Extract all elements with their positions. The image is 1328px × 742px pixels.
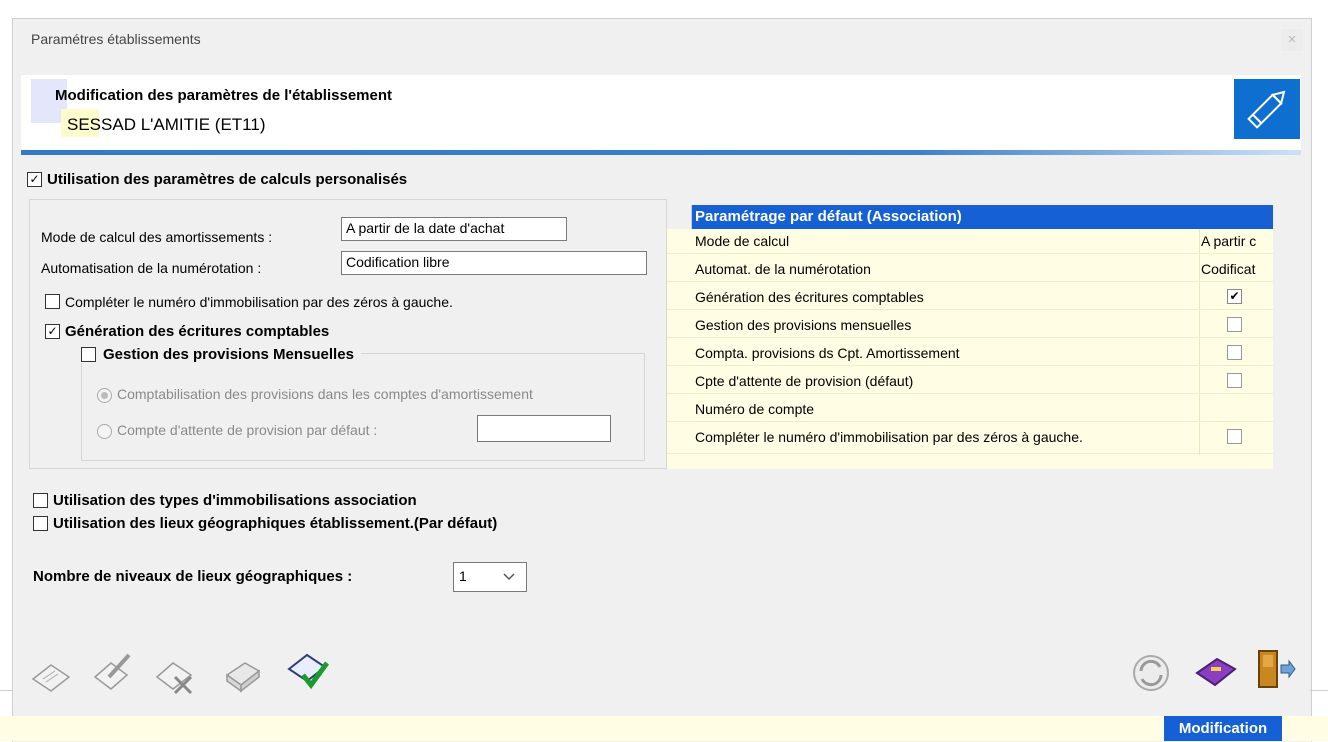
key-folder-icon[interactable]: [1193, 649, 1237, 693]
validate-icon[interactable]: [285, 647, 329, 691]
custom-params-checkbox[interactable]: ✓: [27, 172, 42, 187]
geo-places-label: Utilisation des lieux géographiques étab…: [53, 515, 498, 532]
chevron-down-icon: [503, 573, 515, 581]
geo-levels-value: 1: [459, 568, 467, 584]
grid-header: Paramétrage par défaut (Association): [667, 205, 1273, 229]
radio-pending-label: Compte d'attente de provision par défaut…: [117, 422, 378, 438]
close-button[interactable]: ✕: [1281, 29, 1303, 51]
geo-places-checkbox[interactable]: [33, 516, 48, 531]
edit-mode-button[interactable]: [1234, 79, 1300, 139]
provisions-group: [81, 353, 645, 461]
window-title: Paramétres établissements: [31, 31, 201, 47]
close-icon: ✕: [1287, 34, 1297, 46]
settings-window: Paramétres établissements ✕ Modification…: [12, 18, 1312, 742]
header-title: Modification des paramètres de l'établis…: [55, 87, 393, 104]
grid-row-value: A partir c: [1201, 233, 1257, 249]
grid-row-value: Codificat: [1201, 261, 1256, 277]
grid-row-label: Numéro de compte: [695, 401, 815, 417]
grid-divider: [667, 453, 1273, 454]
status-bar: [0, 716, 1328, 741]
grid-divider: [667, 421, 1273, 422]
custom-params-label: Utilisation des paramètres de calculs pe…: [47, 171, 408, 188]
radio-amort-accounts[interactable]: [97, 388, 112, 403]
grid-row-label: Génération des écritures comptables: [695, 289, 924, 305]
defaults-grid: Paramétrage par défaut (Association) Mod…: [667, 205, 1273, 469]
numbering-label: Automatisation de la numérotation :: [41, 260, 262, 276]
accounting-label: Génération des écritures comptables: [65, 323, 330, 340]
grid-checkbox[interactable]: ✔: [1227, 289, 1242, 304]
grid-row-label: Compta. provisions ds Cpt. Amortissement: [695, 345, 960, 361]
grid-row-label: Mode de calcul: [695, 233, 790, 249]
grid-row-label: Automat. de la numérotation: [695, 261, 871, 277]
grid-row-label: Gestion des provisions mensuelles: [695, 317, 912, 333]
grid-row: Automat. de la numérotation Codificat: [667, 257, 1273, 281]
grid-checkbox[interactable]: [1227, 429, 1242, 444]
edit-sheet-icon[interactable]: [91, 649, 135, 693]
grid-row: Génération des écritures comptables ✔: [667, 285, 1273, 309]
refresh-icon[interactable]: [1129, 651, 1173, 695]
archive-icon[interactable]: [221, 651, 265, 695]
zeros-label: Compléter le numéro d'immobilisation par…: [65, 294, 453, 310]
grid-checkbox[interactable]: [1227, 345, 1242, 360]
grid-row: Mode de calcul A partir c: [667, 229, 1273, 253]
add-sheet-icon[interactable]: [29, 653, 73, 697]
grid-checkbox[interactable]: [1227, 373, 1242, 388]
grid-divider: [667, 309, 1273, 310]
establishment-name: SESSAD L'AMITIE (ET11): [67, 115, 266, 134]
exit-door-icon[interactable]: [1253, 647, 1297, 691]
asset-types-checkbox[interactable]: [33, 493, 48, 508]
grid-divider: [667, 337, 1273, 338]
grid-divider: [667, 253, 1273, 254]
geo-levels-select[interactable]: 1: [453, 562, 527, 592]
monthly-provisions-label: Gestion des provisions Mensuelles: [103, 346, 354, 363]
grid-checkbox[interactable]: [1227, 317, 1242, 332]
delete-sheet-icon[interactable]: [153, 651, 197, 695]
mode-badge: Modification: [1164, 716, 1282, 741]
grid-row: Gestion des provisions mensuelles: [667, 313, 1273, 337]
header-underline: [21, 150, 1301, 155]
pending-account-field[interactable]: [477, 415, 611, 442]
header-panel: Modification des paramètres de l'établis…: [21, 75, 1301, 155]
grid-row: Compta. provisions ds Cpt. Amortissement: [667, 341, 1273, 365]
pencil-icon: [1247, 90, 1286, 129]
title-bar: Paramétres établissements ✕: [13, 19, 1311, 59]
zeros-checkbox[interactable]: [45, 294, 60, 309]
grid-header-title: Paramétrage par défaut (Association): [695, 208, 962, 225]
radio-amort-label: Comptabilisation des provisions dans les…: [117, 386, 533, 402]
grid-row: Compléter le numéro d'immobilisation par…: [667, 425, 1273, 449]
grid-divider: [667, 281, 1273, 282]
grid-row: Cpte d'attente de provision (défaut): [667, 369, 1273, 393]
accounting-checkbox[interactable]: ✓: [45, 324, 60, 339]
edge-line: [1310, 690, 1328, 691]
numbering-field[interactable]: Codification libre: [341, 251, 647, 275]
grid-divider: [667, 365, 1273, 366]
edge-line: [0, 690, 12, 691]
amort-mode-field[interactable]: A partir de la date d'achat: [341, 217, 567, 241]
radio-pending-account[interactable]: [97, 424, 112, 439]
asset-types-label: Utilisation des types d'immobilisations …: [53, 492, 417, 509]
amort-mode-label: Mode de calcul des amortissements :: [41, 229, 273, 245]
grid-row-label: Compléter le numéro d'immobilisation par…: [695, 429, 1083, 445]
grid-divider: [667, 393, 1273, 394]
grid-row: Numéro de compte: [667, 397, 1273, 421]
grid-corner-cell: [667, 205, 692, 229]
monthly-provisions-checkbox[interactable]: [81, 347, 96, 362]
geo-levels-label: Nombre de niveaux de lieux géographiques…: [33, 568, 353, 585]
grid-row-label: Cpte d'attente de provision (défaut): [695, 373, 914, 389]
